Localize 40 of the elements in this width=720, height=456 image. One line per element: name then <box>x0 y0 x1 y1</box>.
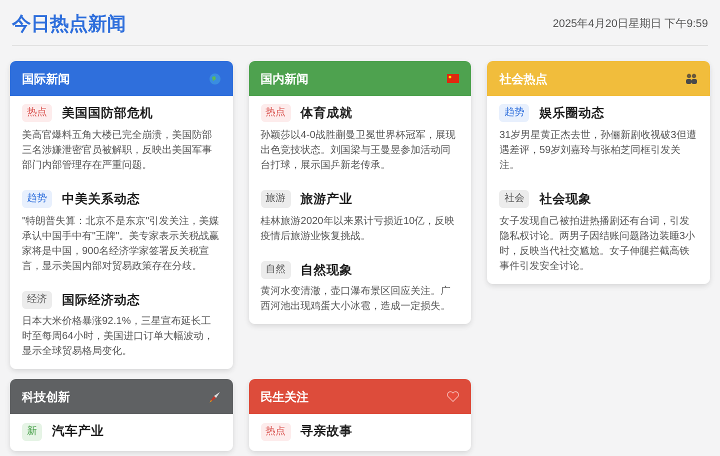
page-title: 今日热点新闻 <box>12 15 126 34</box>
heart-icon <box>447 391 460 402</box>
tag-badge: 热点 <box>22 104 52 122</box>
news-headline: 社会现象 <box>539 190 592 208</box>
news-summary: 31岁男星黄正杰去世，孙俪新剧收视破3但遭遇差评，59岁刘嘉玲与张柏芝同框引发关注。 <box>499 128 698 173</box>
tag-badge: 趋势 <box>499 104 530 122</box>
news-headline: 国际经济动态 <box>62 292 140 308</box>
rocket-icon <box>208 390 221 403</box>
news-summary: "特朗普失算：北京不是东京"引发关注，美媒承认中国手中有"王牌"。美专家表示关税战赢家将是中国，900名经济学家签署反关税宣言，显示美国内部对贸易政策存在分歧。 <box>22 214 220 274</box>
people-icon <box>685 73 698 84</box>
card-title: 科技创新 <box>22 388 70 406</box>
news-summary: 黄河水变清澈，壶口瀑布景区回应关注。广西河池出现鸡蛋大小冰雹，造成一定损失。 <box>260 284 452 314</box>
news-summary: 桂林旅游2020年以来累计亏损近10亿，反映疫情后旅游业恢复挑战。 <box>260 214 456 244</box>
tag-badge: 趋势 <box>22 190 52 208</box>
news-headline: 寻亲故事 <box>300 423 353 440</box>
news-summary: 孙颖莎以4-0战胜蒯曼卫冕世界杯冠军，展现出色竞技状态。刘国梁与王曼昱参加活动同台打球，展示国乒新老传承。 <box>260 128 456 173</box>
tag-badge: 新 <box>22 422 42 441</box>
card-title: 民生关注 <box>260 388 309 406</box>
tag-badge: 热点 <box>260 422 291 441</box>
tag-badge: 旅游 <box>260 190 291 208</box>
news-headline: 美国国防部危机 <box>62 105 153 122</box>
date-time: 2025年4月20日星期日 下午9:59 <box>552 16 708 32</box>
news-headline: 中美关系动态 <box>62 190 140 208</box>
card-title: 国际新闻 <box>22 70 70 88</box>
flag-icon <box>447 74 460 83</box>
news-headline: 娱乐圈动态 <box>539 105 604 122</box>
tag-badge: 热点 <box>260 104 291 122</box>
news-summary: 日本大米价格暴涨92.1%，三星宣布延长工时至每周64小时，美国进口订单大幅波动，显示全球贸易格局变化。 <box>22 314 214 360</box>
tag-badge: 自然 <box>260 260 291 279</box>
news-headline: 汽车产业 <box>52 423 104 440</box>
card-title: 社会热点 <box>499 70 548 88</box>
news-headline: 体育成就 <box>300 105 353 122</box>
news-summary: 女子发现自己被拍进热播剧还有台词，引发隐私权讨论。两男子因结账问题路边装睡3小时，反映当代社交尴尬。女子伸腿拦截高铁事件引发安全讨论。 <box>499 214 696 274</box>
card-title: 国内新闻 <box>260 70 309 88</box>
news-headline: 旅游产业 <box>300 190 353 208</box>
tag-badge: 经济 <box>22 290 52 309</box>
news-summary: 美高官爆料五角大楼已完全崩溃，美国防部三名涉嫌泄密官员被解职，反映出美国军事部门内部管理存在严重问题。 <box>22 128 213 173</box>
tag-badge: 社会 <box>499 190 530 208</box>
news-headline: 自然现象 <box>300 262 353 278</box>
globe-icon <box>208 72 221 84</box>
